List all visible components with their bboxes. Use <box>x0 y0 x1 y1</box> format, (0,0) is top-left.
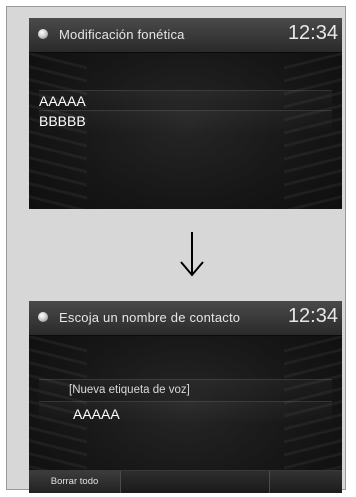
list-item-label: BBBBB <box>39 113 86 129</box>
clear-all-button[interactable]: Borrar todo <box>29 471 121 493</box>
title-bar: Modificación fonética 12:34 <box>29 18 342 53</box>
screen-title: Escoja un nombre de contacto <box>59 310 241 325</box>
title-dot-icon <box>38 29 48 39</box>
voice-tag-label: [Nueva etiqueta de voz] <box>69 384 190 396</box>
title-dot-icon <box>38 312 48 322</box>
down-arrow-icon <box>180 232 204 277</box>
title-bar: Escoja un nombre de contacto 12:34 <box>29 301 342 336</box>
clock: 12:34 <box>287 22 338 44</box>
figure-frame: Modificación fonética 12:34 AAAAA BBBBB … <box>6 6 346 493</box>
screen-phonetic-modification: Modificación fonética 12:34 AAAAA BBBBB <box>29 18 342 209</box>
list-item-contact[interactable]: AAAAA <box>39 401 332 424</box>
screen-choose-contact-name: Escoja un nombre de contacto 12:34 [Nuev… <box>29 301 342 493</box>
bottom-bar: Borrar todo <box>29 470 342 493</box>
clock: 12:34 <box>287 305 338 327</box>
list-item-label: AAAAA <box>39 93 86 109</box>
contact-name: AAAAA <box>73 406 120 422</box>
bottom-right-button[interactable] <box>269 471 342 493</box>
list-item[interactable]: BBBBB <box>39 110 332 133</box>
list-item-voice-tag[interactable]: [Nueva etiqueta de voz] <box>39 379 332 402</box>
screen-title: Modificación fonética <box>59 27 185 42</box>
